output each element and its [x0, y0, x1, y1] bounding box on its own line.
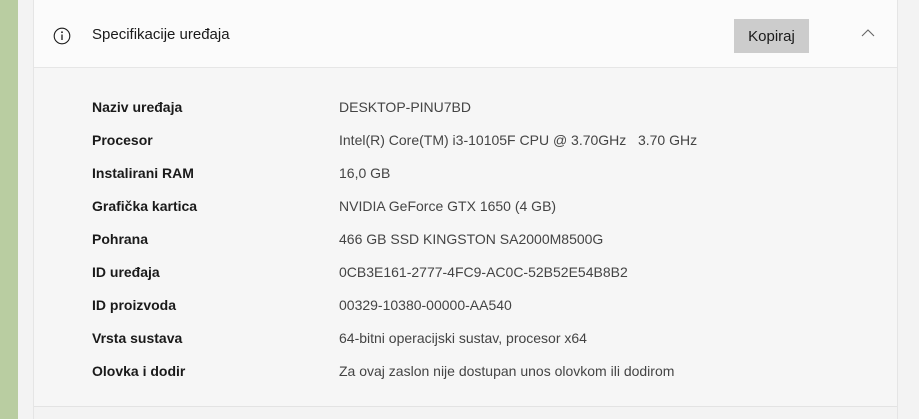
spec-label: Procesor [92, 132, 153, 148]
spec-row-ram: Instalirani RAM 16,0 GB [34, 163, 897, 196]
spec-label: Instalirani RAM [92, 165, 194, 181]
spec-row-device-name: Naziv uređaja DESKTOP-PINU7BD [34, 97, 897, 130]
next-section-edge [34, 407, 897, 419]
spec-row-pen-touch: Olovka i dodir Za ovaj zaslon nije dostu… [34, 361, 897, 394]
spec-value: Intel(R) Core(TM) i3-10105F CPU @ 3.70GH… [339, 132, 698, 148]
spec-label: Pohrana [92, 231, 149, 247]
spec-label: Grafička kartica [92, 198, 198, 214]
spec-value: 466 GB SSD KINGSTON SA2000M8500G [339, 231, 604, 247]
copy-button[interactable]: Kopiraj [734, 19, 809, 53]
spec-value: 00329-10380-00000-AA540 [339, 297, 512, 313]
background-strip [0, 0, 18, 419]
device-specifications-panel: Specifikacije uređaja Kopiraj Naziv uređ… [33, 0, 898, 419]
spec-value: NVIDIA GeForce GTX 1650 (4 GB) [339, 198, 557, 214]
spec-row-product-id: ID proizvoda 00329-10380-00000-AA540 [34, 295, 897, 328]
spec-row-processor: Procesor Intel(R) Core(TM) i3-10105F CPU… [34, 130, 897, 163]
spec-label: Olovka i dodir [92, 363, 186, 379]
spec-row-device-id: ID uređaja 0CB3E161-2777-4FC9-AC0C-52B52… [34, 262, 897, 295]
spec-row-system-type: Vrsta sustava 64-bitni operacijski susta… [34, 328, 897, 361]
spec-value: DESKTOP-PINU7BD [339, 99, 471, 115]
spec-row-storage: Pohrana 466 GB SSD KINGSTON SA2000M8500G [34, 229, 897, 262]
spec-value: 64-bitni operacijski sustav, procesor x6… [339, 330, 587, 346]
specifications-list: Naziv uređaja DESKTOP-PINU7BD Procesor I… [34, 68, 897, 406]
section-title: Specifikacije uređaja [92, 26, 230, 43]
spec-value: 0CB3E161-2777-4FC9-AC0C-52B52E54B8B2 [339, 264, 628, 280]
spec-label: Vrsta sustava [92, 330, 183, 346]
spec-label: Naziv uređaja [92, 99, 183, 115]
spec-label: ID uređaja [92, 264, 160, 280]
spec-value: 16,0 GB [339, 165, 391, 181]
info-icon [53, 27, 71, 45]
spec-label: ID proizvoda [92, 297, 177, 313]
spec-row-graphics: Grafička kartica NVIDIA GeForce GTX 1650… [34, 196, 897, 229]
section-header[interactable]: Specifikacije uređaja Kopiraj [34, 0, 897, 68]
spec-value: Za ovaj zaslon nije dostupan unos olovko… [339, 363, 675, 379]
chevron-up-icon[interactable] [860, 25, 876, 41]
